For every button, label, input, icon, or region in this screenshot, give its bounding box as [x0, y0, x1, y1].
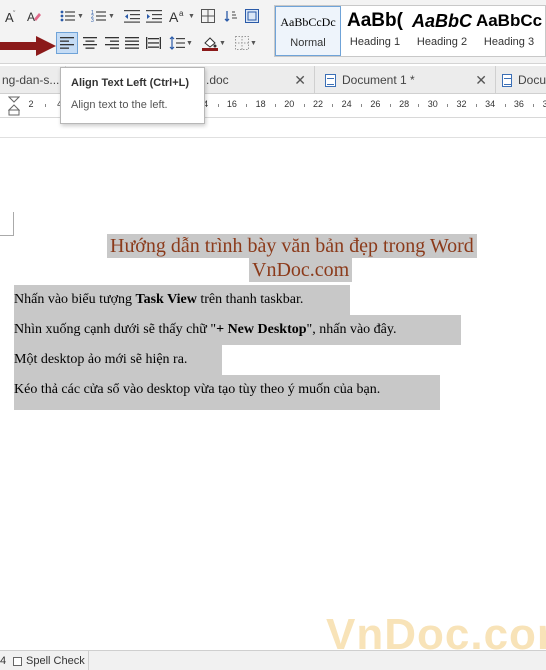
paragraph-2-post: ", nhấn vào đây. — [306, 322, 397, 337]
paragraph-4: Kéo thả các cửa sổ vào desktop vừa tạo t… — [14, 382, 381, 397]
close-icon[interactable]: ✕ — [475, 72, 487, 89]
sort-icon[interactable] — [222, 5, 240, 27]
ruler-tick — [217, 104, 219, 107]
word-doc-icon — [325, 73, 336, 87]
paragraph-1-pre: Nhấn vào biểu tượng — [14, 292, 136, 307]
close-icon[interactable]: ✕ — [294, 72, 306, 89]
doc-title-line-1: Hướng dẫn trình bày văn bản đẹp trong Wo… — [107, 234, 477, 258]
paragraph-3: Một desktop ảo mới sẽ hiện ra. — [14, 352, 188, 367]
ruler-number: 24 — [341, 99, 352, 109]
tooltip: Align Text Left (Ctrl+L) Align text to t… — [60, 67, 205, 124]
align-center-button[interactable] — [80, 32, 100, 54]
ruler-number: 28 — [399, 99, 410, 109]
style-heading-2[interactable]: AaBbC Heading 2 — [409, 6, 475, 56]
ruler-tick — [303, 104, 305, 107]
style-heading-1[interactable]: AaBb( Heading 1 — [342, 6, 408, 56]
ruler-tick — [332, 104, 334, 107]
borders-button[interactable]: ▼ — [232, 32, 260, 54]
ruler-number: 16 — [226, 99, 237, 109]
decrease-indent-button[interactable] — [122, 5, 142, 27]
ruler-number: 36 — [513, 99, 524, 109]
style-label: Normal — [290, 37, 326, 49]
paragraph-1-bold: Task View — [135, 292, 197, 307]
justify-button[interactable] — [122, 32, 142, 54]
paragraph-2-bold: + New Desktop — [216, 322, 307, 337]
style-preview: AaBbC — [411, 10, 472, 31]
paragraph-2: Nhìn xuống cạnh dưới sẽ thấy chữ "+ New … — [14, 315, 396, 345]
decrease-font-size-button[interactable]: Aˇ — [2, 5, 20, 27]
ruler-number: 20 — [284, 99, 295, 109]
page-number: 4 — [0, 655, 7, 667]
word-doc-icon — [502, 73, 512, 87]
svg-text:A: A — [27, 10, 35, 24]
ruler-tick — [533, 104, 535, 107]
increase-indent-button[interactable] — [144, 5, 164, 27]
red-arrow-annotation — [0, 36, 56, 56]
paragraph-1: Nhấn vào biểu tượng Task View trên thanh… — [14, 285, 303, 315]
ruler-tick — [246, 104, 248, 107]
svg-text:a: a — [179, 9, 184, 18]
ruler-number: 30 — [427, 99, 438, 109]
numbering-button[interactable]: 1 2 3 ▼ — [89, 5, 117, 27]
tooltip-description: Align text to the left. — [71, 99, 168, 111]
status-divider — [88, 651, 89, 670]
tab-document-2[interactable]: Docu — [496, 66, 546, 94]
show-hide-icon[interactable] — [243, 5, 261, 27]
bullets-button[interactable]: ▼ — [58, 5, 86, 27]
tab-label: Docu — [517, 73, 546, 87]
indent-marker-icon[interactable] — [8, 96, 20, 116]
ruler-tick — [475, 104, 477, 107]
style-label: Heading 1 — [349, 36, 401, 48]
margin-corner-mark — [0, 212, 14, 236]
ruler-number: 32 — [456, 99, 467, 109]
paragraph-2-pre: Nhìn xuống cạnh dưới sẽ thấy chữ " — [14, 322, 217, 337]
paragraph-1-post: trên thanh taskbar. — [196, 292, 304, 307]
tab-vndoc-huong-dan[interactable]: ng-dan-s... — [0, 66, 66, 94]
style-label: Heading 3 — [483, 36, 535, 48]
style-heading-3[interactable]: AaBbCc Heading 3 — [476, 6, 542, 56]
ruler-number: 22 — [312, 99, 323, 109]
style-preview: AaBbCc — [476, 11, 542, 30]
spell-check-label[interactable]: Spell Check — [26, 655, 85, 667]
align-right-button[interactable] — [102, 32, 122, 54]
ruler-number: 38 — [542, 99, 546, 109]
borders-grid-icon[interactable] — [199, 5, 217, 27]
tab-document-1[interactable]: Document 1 * ✕ — [315, 66, 496, 94]
doc-title-line-2: VnDoc.com — [249, 258, 353, 282]
ribbon: Aˇ A ▼ 1 2 3 ▼ Aa ▼ ▼ ▼ ▼ AaBbCcDc Norma… — [0, 0, 546, 64]
ruler-number: 2 — [28, 99, 34, 109]
style-preview: AaBbCcDc — [280, 14, 336, 29]
shading-button[interactable]: ▼ — [200, 32, 228, 54]
document-page[interactable]: Hướng dẫn trình bày văn bản đẹp trong Wo… — [0, 138, 546, 659]
status-bar: 4 Spell Check — [0, 650, 546, 670]
ruler-tick — [504, 104, 506, 107]
ruler-tick — [45, 104, 47, 107]
style-preview: AaBb( — [347, 10, 403, 31]
svg-text:ˇ: ˇ — [13, 11, 16, 18]
tab-label: Document 1 * — [342, 73, 415, 87]
tooltip-title: Align Text Left (Ctrl+L) — [71, 77, 190, 89]
change-case-button[interactable]: Aa ▼ — [168, 5, 196, 27]
align-text-left-button[interactable] — [56, 32, 78, 54]
ruler-tick — [274, 104, 276, 107]
distributed-button[interactable] — [143, 32, 163, 54]
svg-text:A: A — [169, 9, 179, 24]
clear-formatting-icon[interactable]: A — [24, 5, 44, 27]
styles-gallery: AaBbCcDc Normal AaBb( Heading 1 AaBbC He… — [274, 5, 546, 57]
ruler-number: 18 — [255, 99, 266, 109]
style-label: Heading 2 — [416, 36, 468, 48]
word-window: Aˇ A ▼ 1 2 3 ▼ Aa ▼ ▼ ▼ ▼ AaBbCcDc Norma… — [0, 0, 546, 670]
svg-text:3: 3 — [91, 18, 94, 23]
style-normal[interactable]: AaBbCcDc Normal — [275, 6, 341, 56]
line-spacing-button[interactable]: ▼ — [167, 32, 195, 54]
ruler-number: 26 — [370, 99, 381, 109]
ruler-tick — [447, 104, 449, 107]
ruler-tick — [361, 104, 363, 107]
ruler-tick — [418, 104, 420, 107]
spell-check-checkbox[interactable] — [13, 657, 22, 666]
tab-label: .doc — [206, 73, 229, 87]
ruler-number: 34 — [485, 99, 496, 109]
tab-label: ng-dan-s... — [2, 73, 60, 87]
ruler-tick — [389, 104, 391, 107]
